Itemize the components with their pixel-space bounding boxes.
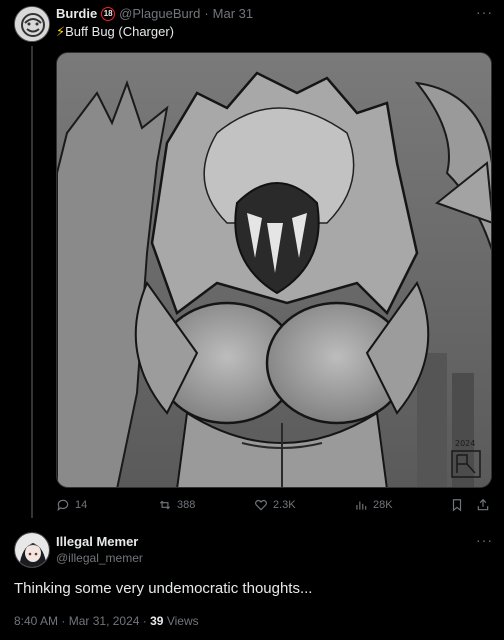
heart-icon bbox=[255, 499, 267, 511]
repost-count: 388 bbox=[177, 499, 196, 511]
analytics-icon bbox=[356, 501, 367, 510]
monster-illustration bbox=[57, 53, 491, 487]
post-header: Burdie 18 @PlagueBurd · Mar 31 bbox=[56, 6, 253, 21]
post-text: ⚡Buff Bug (Charger) bbox=[56, 24, 174, 40]
avatar[interactable] bbox=[14, 6, 50, 42]
author-name[interactable]: Burdie bbox=[56, 6, 97, 21]
thread-connector-line bbox=[31, 46, 33, 518]
reply-date[interactable]: Mar 31, 2024 bbox=[69, 614, 140, 628]
reply-more-options-button[interactable]: ··· bbox=[476, 532, 493, 548]
reply-count: 14 bbox=[75, 499, 88, 511]
more-options-button[interactable]: ··· bbox=[476, 4, 493, 20]
reply-time[interactable]: 8:40 AM bbox=[14, 614, 58, 628]
reply-author-name[interactable]: Illegal Memer bbox=[56, 534, 138, 549]
reply-author-handle[interactable]: @illegal_memer bbox=[56, 551, 143, 565]
age-restriction-badge: 18 bbox=[101, 6, 116, 21]
bookmark-action[interactable] bbox=[450, 498, 464, 512]
reply-text: Thinking some very undemocratic thoughts… bbox=[14, 580, 313, 597]
views-action[interactable]: 28K bbox=[354, 498, 393, 512]
post-date[interactable]: Mar 31 bbox=[213, 6, 253, 21]
bookmark-icon bbox=[452, 499, 462, 512]
post-actions-bar: 14 388 2.3K 28K bbox=[56, 498, 492, 516]
share-icon bbox=[477, 498, 489, 511]
post-media-image[interactable]: 2024 bbox=[56, 52, 492, 488]
media-signature-year: 2024 bbox=[455, 439, 476, 448]
avatar-image bbox=[15, 7, 49, 41]
like-count: 2.3K bbox=[273, 499, 296, 511]
meta-separator: · bbox=[142, 614, 147, 628]
header-separator: · bbox=[204, 6, 209, 21]
reply-views-count: 39 bbox=[150, 614, 164, 628]
like-action[interactable]: 2.3K bbox=[254, 498, 296, 512]
author-handle[interactable]: @PlagueBurd bbox=[119, 6, 200, 21]
lightning-bolt-icon: ⚡ bbox=[56, 24, 66, 39]
views-count: 28K bbox=[373, 499, 393, 511]
reply-icon bbox=[57, 499, 69, 512]
avatar-image bbox=[15, 533, 49, 567]
reply-views-label: Views bbox=[166, 614, 199, 628]
repost-icon bbox=[159, 500, 171, 510]
reply-action[interactable]: 14 bbox=[56, 498, 87, 512]
reply-meta: 8:40 AM · Mar 31, 2024 · 39 Views bbox=[14, 614, 199, 628]
repost-action[interactable]: 388 bbox=[158, 498, 195, 512]
share-action[interactable] bbox=[476, 498, 490, 512]
meta-separator: · bbox=[61, 614, 66, 628]
post-text-content: Buff Bug (Charger) bbox=[65, 24, 175, 39]
avatar[interactable] bbox=[14, 532, 50, 568]
